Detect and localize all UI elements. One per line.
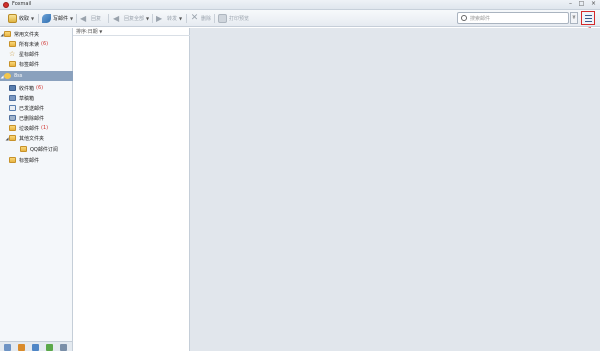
star-icon: ☆: [9, 50, 16, 58]
list-lines-icon-bar: [585, 18, 592, 19]
sent-icon: [9, 105, 16, 111]
sidebar-item-label: 星标邮件: [19, 51, 40, 58]
chevron-down-icon: ▼: [31, 16, 35, 21]
compose-label: 写邮件: [53, 16, 69, 22]
folder-icon: [9, 41, 16, 47]
list-lines-icon: [585, 15, 592, 16]
search-input[interactable]: 搜索邮件: [457, 12, 569, 24]
inbox-icon: [9, 85, 16, 91]
chevron-down-icon: ▼: [70, 16, 74, 21]
delete-x-icon: ✕: [190, 13, 199, 23]
sidebar-item-inbox[interactable]: 收件箱 (6): [0, 83, 73, 93]
sidebar-item-label: 已发送邮件: [19, 105, 45, 112]
sidebar-item-starred[interactable]: ☆ 星标邮件: [0, 49, 73, 59]
receive-icon: [8, 14, 17, 23]
sidebar-item-deleted[interactable]: 已删除邮件: [0, 113, 73, 123]
printer-icon: [218, 14, 227, 23]
sidebar-item-label: 已删除邮件: [19, 115, 45, 122]
tag-folder-icon: [9, 157, 16, 163]
account-header[interactable]: ◢ 8ss: [0, 71, 73, 81]
sidebar-item-spam[interactable]: 垃圾邮件 (1): [0, 123, 73, 133]
sidebar-item-account-tagged[interactable]: 标签邮件: [0, 155, 73, 165]
chevron-down-icon: ▼: [99, 29, 103, 34]
list-lines-icon-bar: [585, 21, 592, 22]
sidebar-item-label: 标签邮件: [19, 61, 40, 68]
trash-icon: [9, 115, 16, 121]
reading-pane: [190, 28, 600, 351]
reply-all-arrow-icon: ◀: [113, 14, 120, 23]
sidebar-item-label: 所有未读: [19, 41, 40, 48]
tag-folder-icon: [9, 61, 16, 67]
layout-toggle-button[interactable]: [581, 11, 595, 25]
sidebar-item-label: 收件箱: [19, 85, 35, 92]
drafts-icon: [9, 95, 16, 101]
maximize-button[interactable]: □: [577, 1, 586, 8]
title-bar: Foxmail – □ ×: [0, 0, 600, 10]
toolbar-separator: [214, 14, 215, 23]
sidebar-item-label: 草稿箱: [19, 95, 35, 102]
receive-label: 收取: [19, 16, 30, 22]
sidebar-item-label: 标签邮件: [19, 157, 40, 164]
account-icon: [4, 73, 11, 79]
chevron-down-icon: ▼: [146, 16, 150, 21]
spam-folder-icon: [9, 125, 16, 131]
sidebar-item-drafts[interactable]: 草稿箱: [0, 93, 73, 103]
receive-button[interactable]: 收取 ▼: [8, 13, 34, 24]
common-folders-header[interactable]: ◢ 常用文件夹: [0, 29, 73, 39]
toolbar-separator: [108, 14, 109, 23]
sidebar-item-label: QQ邮件订阅: [30, 146, 58, 153]
sort-by-date-dropdown[interactable]: 排序:日期 ▼: [73, 28, 190, 36]
sidebar-item-all-unread[interactable]: 所有未读 (6): [0, 39, 73, 49]
account-label: 8ss: [14, 73, 23, 79]
close-button[interactable]: ×: [589, 1, 598, 8]
folder-icon: [4, 31, 11, 37]
mail-list-pane: 排序:日期 ▼: [73, 28, 190, 351]
sort-label: 排序:日期: [76, 29, 98, 35]
forward-arrow-icon: ▶: [156, 14, 163, 23]
search-placeholder: 搜索邮件: [470, 16, 491, 22]
chevron-down-icon: ▼: [179, 16, 183, 21]
sidebar-item-qq-subscriptions[interactable]: QQ邮件订阅: [0, 144, 73, 154]
common-folders-label: 常用文件夹: [14, 31, 40, 38]
feeds-icon[interactable]: [60, 344, 67, 351]
forward-button[interactable]: ▶ 转发 ▼: [156, 13, 182, 24]
unread-count: (6): [36, 85, 44, 91]
reply-button[interactable]: ◀ 回复: [80, 13, 101, 24]
calendar-icon[interactable]: [32, 344, 39, 351]
sidebar-item-other-folders[interactable]: ◢ 其他文件夹: [0, 133, 73, 143]
toolbar-separator: [186, 14, 187, 23]
reply-label: 回复: [91, 16, 102, 22]
toolbar-separator: [152, 14, 153, 23]
sidebar-item-label: 其他文件夹: [19, 135, 45, 142]
mail-icon[interactable]: [4, 344, 11, 351]
reply-all-button[interactable]: ◀ 回复全部 ▼: [113, 13, 149, 24]
toolbar-separator: [76, 14, 77, 23]
folder-sidebar: ◢ 常用文件夹 所有未读 (6) ☆ 星标邮件 标签邮件 ◢ 8ss 收件箱 (…: [0, 28, 73, 341]
toolbar-separator: [38, 14, 39, 23]
reply-all-label: 回复全部: [124, 16, 145, 22]
forward-label: 转发: [167, 16, 178, 22]
folder-icon: [9, 135, 16, 141]
print-preview-label: 打印预览: [229, 16, 250, 22]
compose-button[interactable]: 写邮件 ▼: [42, 13, 73, 24]
address-book-icon[interactable]: [18, 344, 25, 351]
foxmail-logo-icon: [3, 2, 9, 8]
window-title: Foxmail: [12, 1, 32, 7]
delete-button[interactable]: ✕ 删除: [190, 13, 211, 24]
unread-count: (6): [41, 41, 49, 47]
sidebar-item-sent[interactable]: 已发送邮件: [0, 103, 73, 113]
search-options-dropdown[interactable]: ¥: [570, 12, 578, 24]
delete-label: 删除: [201, 16, 212, 22]
sidebar-item-label: 垃圾邮件: [19, 125, 40, 132]
print-preview-button[interactable]: 打印预览: [218, 13, 249, 24]
feather-pen-icon: [42, 14, 51, 23]
sidebar-item-tagged[interactable]: 标签邮件: [0, 59, 73, 69]
search-icon: [461, 15, 467, 21]
reply-arrow-icon: ◀: [80, 14, 87, 23]
unread-count: (1): [41, 125, 49, 131]
folder-icon: [20, 146, 27, 152]
notes-icon[interactable]: [46, 344, 53, 351]
sidebar-bottom-bar: [0, 341, 73, 351]
minimize-button[interactable]: –: [566, 1, 575, 8]
